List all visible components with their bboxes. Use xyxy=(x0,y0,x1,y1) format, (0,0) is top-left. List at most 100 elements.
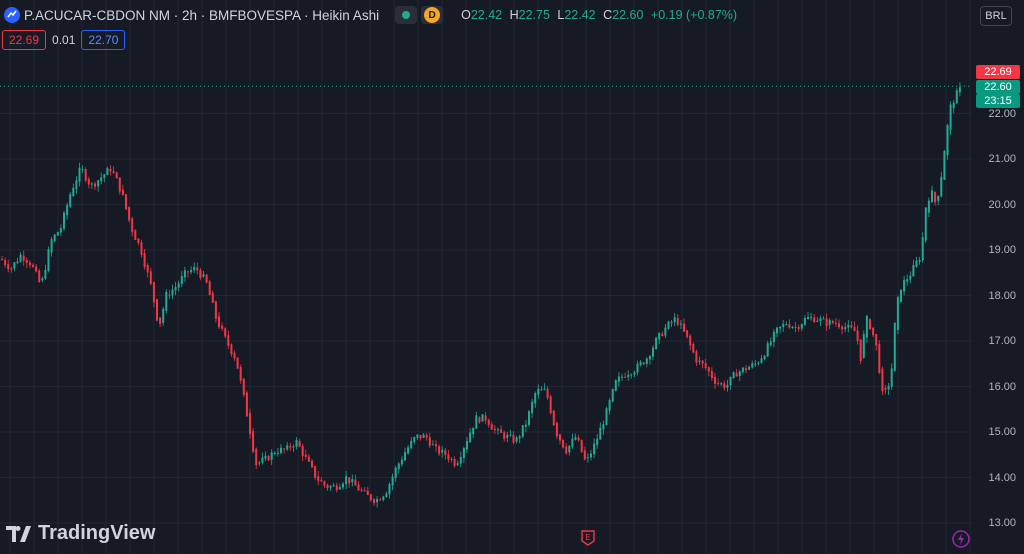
candle xyxy=(453,456,456,468)
candle xyxy=(208,279,211,296)
candle xyxy=(881,366,884,396)
candle xyxy=(683,318,685,333)
candle xyxy=(314,465,317,480)
candle xyxy=(84,167,87,183)
candle xyxy=(531,398,534,418)
candle xyxy=(87,176,90,189)
candle xyxy=(838,319,840,330)
candle xyxy=(686,330,689,339)
candle xyxy=(428,432,431,449)
candle xyxy=(233,350,236,362)
candle xyxy=(791,325,794,329)
candle xyxy=(183,266,186,282)
tradingview-logo[interactable]: TradingView xyxy=(6,522,155,545)
candle xyxy=(363,487,366,492)
candle xyxy=(103,173,106,183)
candle xyxy=(689,334,692,351)
candle xyxy=(438,444,441,456)
candle xyxy=(382,495,385,502)
candle xyxy=(159,317,162,328)
candle xyxy=(270,449,273,465)
candle xyxy=(469,428,472,443)
candle xyxy=(106,166,109,176)
candle xyxy=(500,425,503,434)
candle xyxy=(357,481,360,491)
candle xyxy=(115,171,118,179)
candle xyxy=(162,306,165,326)
candle xyxy=(869,318,871,330)
ohlc-open: 22.42 xyxy=(470,8,503,22)
candle xyxy=(171,284,174,300)
sell-price-button[interactable]: 22.69 xyxy=(2,30,47,50)
candle xyxy=(875,333,878,351)
candle xyxy=(621,373,623,381)
candle xyxy=(757,361,760,366)
candle xyxy=(137,238,140,246)
candle xyxy=(518,434,521,444)
market-status-pill[interactable] xyxy=(395,6,418,24)
delayed-data-icon: D xyxy=(424,7,441,23)
candle xyxy=(404,447,406,461)
candle xyxy=(459,451,462,467)
candle xyxy=(283,447,286,454)
candle xyxy=(435,439,437,452)
candle xyxy=(292,444,295,452)
candle xyxy=(834,317,837,327)
candle xyxy=(627,370,630,381)
ohlc-readout: O22.42 H22.75 L22.42 C22.60 +0.19 (+0.87… xyxy=(461,8,738,22)
candle xyxy=(927,197,930,218)
candle xyxy=(667,320,670,330)
buy-price-button[interactable]: 22.70 xyxy=(81,30,126,50)
data-badge-pill[interactable]: D xyxy=(421,6,444,24)
order-row: 22.69 0.01 22.70 xyxy=(2,30,126,50)
candle xyxy=(75,176,78,194)
candle xyxy=(332,482,335,487)
candle xyxy=(949,101,952,136)
candle xyxy=(385,491,388,498)
candle xyxy=(534,391,537,408)
candle xyxy=(1,256,3,261)
candle xyxy=(605,406,608,426)
earnings-marker-letter: E xyxy=(585,533,590,542)
candle xyxy=(149,267,152,286)
candle xyxy=(19,251,22,263)
price-tick-label: 16.00 xyxy=(988,380,1016,393)
candle xyxy=(280,443,282,455)
candle xyxy=(865,314,868,343)
candle xyxy=(521,425,524,439)
candle xyxy=(286,442,289,452)
candle xyxy=(751,360,754,369)
price-tick-label: 19.00 xyxy=(988,244,1016,256)
candle xyxy=(735,368,738,377)
lightning-icon[interactable] xyxy=(952,530,970,548)
ohlc-change: +0.19 (+0.87%) xyxy=(650,8,738,22)
candle xyxy=(831,319,834,325)
candle xyxy=(645,357,648,368)
candle xyxy=(258,461,261,467)
currency-button[interactable]: BRL xyxy=(980,6,1012,26)
candle xyxy=(10,266,13,273)
candle xyxy=(568,445,571,456)
price-chart[interactable] xyxy=(0,0,972,554)
candle xyxy=(893,322,896,372)
symbol-title[interactable]: P.ACUCAR-CBDON NM · 2h · BMFBOVESPA · He… xyxy=(24,8,379,23)
candle xyxy=(109,165,112,176)
candle xyxy=(912,259,915,277)
candle xyxy=(168,289,171,300)
candle xyxy=(276,447,279,457)
candle xyxy=(236,357,239,369)
logo-text: TradingView xyxy=(38,522,156,544)
candle xyxy=(462,446,465,464)
candle xyxy=(562,439,565,449)
candle xyxy=(707,366,710,377)
candle xyxy=(701,359,704,369)
candle xyxy=(255,447,258,470)
candle xyxy=(366,486,369,496)
candle xyxy=(524,420,527,433)
earnings-marker-icon[interactable]: E xyxy=(581,530,595,546)
candle xyxy=(506,431,509,443)
candle xyxy=(596,433,599,449)
candle xyxy=(642,361,645,366)
candle xyxy=(112,166,115,174)
candle xyxy=(819,315,822,327)
